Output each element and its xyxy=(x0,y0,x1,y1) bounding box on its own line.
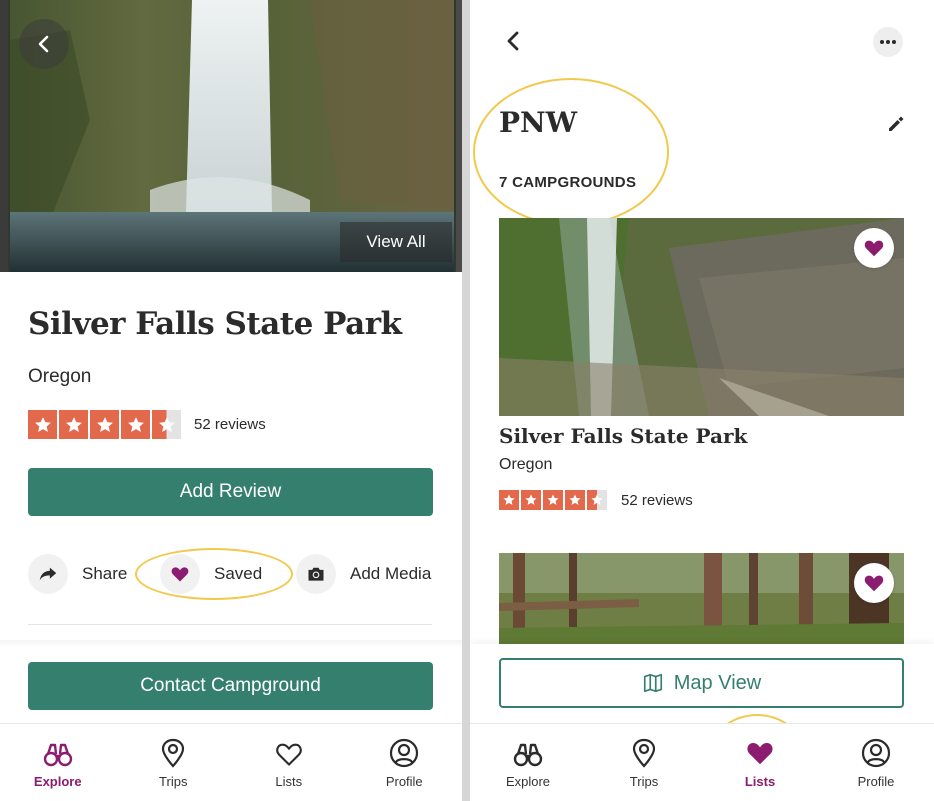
heart-filled-icon xyxy=(744,736,776,768)
saved-button[interactable]: Saved xyxy=(160,554,262,594)
star-rating xyxy=(499,490,607,510)
favorite-button[interactable] xyxy=(854,228,894,268)
tab-label: Trips xyxy=(159,774,188,789)
park-state: Oregon xyxy=(28,366,92,387)
star-icon xyxy=(543,490,563,510)
star-icon xyxy=(565,490,585,510)
tab-label: Explore xyxy=(33,774,82,789)
tab-profile[interactable]: Profile xyxy=(347,724,463,801)
tab-label: Profile xyxy=(857,774,895,789)
tab-trips[interactable]: Trips xyxy=(586,724,702,801)
list-screen: PNW 7 CAMPGROUNDS Silver Falls State Par… xyxy=(470,0,934,801)
favorite-button[interactable] xyxy=(854,563,894,603)
tab-label: Trips xyxy=(629,774,659,789)
star-icon xyxy=(90,410,119,439)
waterfall-trail-photo xyxy=(499,218,904,416)
sticky-footer-shadow xyxy=(0,640,462,648)
share-arrow-icon xyxy=(39,567,57,581)
user-circle-icon xyxy=(861,736,891,768)
tab-explore[interactable]: Explore xyxy=(0,724,116,801)
previous-photo-peek xyxy=(0,0,8,272)
map-pin-icon xyxy=(631,736,657,768)
map-view-label: Map View xyxy=(673,671,762,694)
photo-gallery[interactable]: View All xyxy=(0,0,462,272)
star-icon xyxy=(499,490,519,510)
binoculars-icon xyxy=(513,736,543,768)
screen-divider xyxy=(462,0,470,801)
add-media-button[interactable]: Add Media xyxy=(296,554,431,594)
campground-name[interactable]: Silver Falls State Park xyxy=(499,424,747,448)
campground-card-photo[interactable] xyxy=(499,218,904,416)
star-icon xyxy=(521,490,541,510)
campground-card-photo[interactable] xyxy=(499,553,904,653)
tab-label: Lists xyxy=(275,774,303,789)
binoculars-icon xyxy=(43,736,73,768)
tab-lists[interactable]: Lists xyxy=(231,724,347,801)
bottom-tab-bar: Explore Trips Lists Profile xyxy=(0,723,462,801)
star-icon xyxy=(59,410,88,439)
heart-filled-icon xyxy=(864,575,884,592)
user-circle-icon xyxy=(389,736,419,768)
chevron-left-icon[interactable] xyxy=(500,28,526,54)
tab-label: Lists xyxy=(744,774,776,789)
divider xyxy=(28,624,432,625)
campground-detail-screen: View All Silver Falls State Park Oregon … xyxy=(0,0,462,801)
reviews-count: 52 reviews xyxy=(621,492,693,509)
tab-trips[interactable]: Trips xyxy=(116,724,232,801)
bottom-tab-bar: Explore Trips Lists Profile xyxy=(470,723,934,801)
contact-campground-button[interactable]: Contact Campground xyxy=(28,662,433,710)
star-icon xyxy=(28,410,57,439)
star-icon xyxy=(121,410,150,439)
camera-icon xyxy=(308,567,324,581)
list-title: PNW xyxy=(499,106,578,139)
heart-outline-icon xyxy=(274,736,304,768)
campground-state: Oregon xyxy=(499,456,553,473)
reviews-link[interactable]: 52 reviews xyxy=(194,416,266,433)
more-options-button[interactable] xyxy=(873,27,903,57)
heart-filled-icon xyxy=(171,567,189,582)
add-review-button[interactable]: Add Review xyxy=(28,468,433,516)
heart-filled-icon xyxy=(864,240,884,257)
view-all-photos-button[interactable]: View All xyxy=(340,222,452,262)
tab-explore[interactable]: Explore xyxy=(470,724,586,801)
share-label: Share xyxy=(82,564,128,583)
map-view-button[interactable]: Map View xyxy=(499,658,904,708)
tab-lists[interactable]: Lists xyxy=(702,724,818,801)
star-icon xyxy=(587,490,607,510)
tab-profile[interactable]: Profile xyxy=(818,724,934,801)
saved-label: Saved xyxy=(214,564,263,583)
park-name: Silver Falls State Park xyxy=(28,306,402,342)
star-icon xyxy=(152,410,181,439)
chevron-left-icon xyxy=(38,35,49,53)
tab-label: Profile xyxy=(385,774,423,789)
campground-count: 7 CAMPGROUNDS xyxy=(499,174,637,191)
map-pin-icon xyxy=(160,736,186,768)
star-rating xyxy=(28,410,181,439)
back-button[interactable] xyxy=(19,19,69,69)
forest-photo xyxy=(499,553,904,653)
add-media-label: Add Media xyxy=(350,564,432,583)
share-button[interactable]: Share xyxy=(28,554,127,594)
map-icon xyxy=(643,673,662,693)
list-title-highlight-ring xyxy=(473,78,669,226)
pencil-icon[interactable] xyxy=(886,114,906,134)
more-dots-icon xyxy=(880,40,896,44)
tab-label: Explore xyxy=(505,774,551,789)
